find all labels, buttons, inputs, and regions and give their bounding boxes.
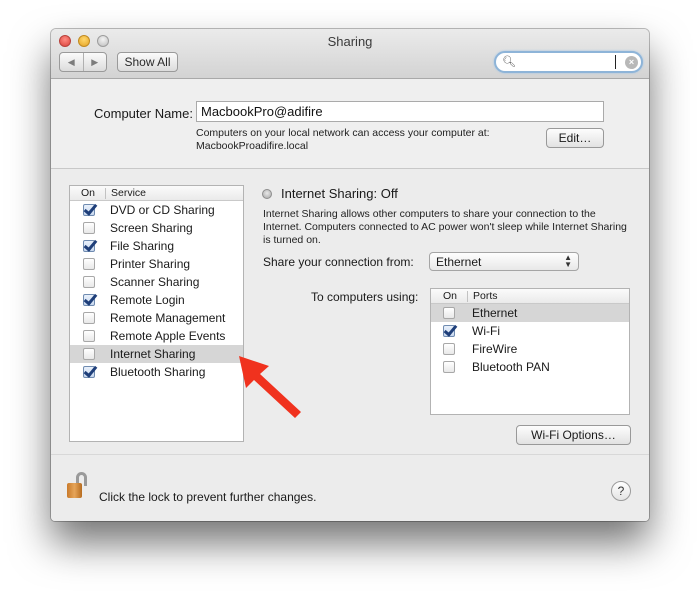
status-indicator-icon [262, 189, 272, 199]
column-divider [105, 188, 106, 199]
search-field[interactable]: 🔍︎ × [494, 51, 643, 73]
column-divider [467, 291, 468, 302]
service-label: File Sharing [110, 239, 175, 253]
service-row[interactable]: Screen Sharing [70, 219, 243, 237]
toolbar: Sharing ◀ ▶ Show All 🔍︎ × [51, 29, 649, 79]
port-label: Bluetooth PAN [472, 360, 550, 374]
computer-name-help: Computers on your local network can acce… [196, 127, 526, 153]
service-checkbox[interactable] [83, 312, 95, 324]
text-cursor [615, 55, 616, 69]
to-computers-label: To computers using: [311, 290, 419, 304]
service-checkbox[interactable] [83, 204, 95, 216]
share-from-value: Ethernet [436, 255, 482, 269]
sharing-window: Sharing ◀ ▶ Show All 🔍︎ × Computer Name:… [51, 29, 649, 521]
computer-name-input[interactable]: MacbookPro@adifire [196, 101, 604, 122]
search-icon: 🔍︎ [502, 56, 516, 68]
updown-arrows-icon: ▲ ▼ [564, 253, 572, 269]
service-label: Screen Sharing [110, 221, 193, 235]
footer-bar: Click the lock to prevent further change… [51, 454, 649, 521]
edit-button[interactable]: Edit… [546, 128, 604, 148]
back-arrow-icon[interactable]: ◀ [60, 53, 84, 71]
service-checkbox[interactable] [83, 276, 95, 288]
column-header-on[interactable]: On [443, 290, 457, 302]
service-checkbox[interactable] [83, 240, 95, 252]
port-row[interactable]: Ethernet [431, 304, 629, 322]
service-label: DVD or CD Sharing [110, 203, 215, 217]
column-header-service[interactable]: Service [111, 187, 146, 199]
service-label: Scanner Sharing [110, 275, 200, 289]
help-line-1: Computers on your local network can acce… [196, 127, 490, 139]
lock-icon[interactable] [67, 472, 89, 500]
service-row[interactable]: DVD or CD Sharing [70, 201, 243, 219]
service-row[interactable]: File Sharing [70, 237, 243, 255]
share-from-select[interactable]: Ethernet ▲ ▼ [429, 252, 579, 271]
service-checkbox[interactable] [83, 222, 95, 234]
services-list: On Service DVD or CD Sharing Screen Shari… [69, 185, 244, 442]
show-all-button[interactable]: Show All [117, 52, 178, 72]
port-checkbox[interactable] [443, 325, 455, 337]
share-from-label: Share your connection from: [263, 255, 414, 269]
ports-list: On Ports Ethernet Wi-Fi FireWire Bluetooth … [430, 288, 630, 415]
back-forward-control: ◀ ▶ [59, 52, 107, 72]
service-checkbox[interactable] [83, 366, 95, 378]
window-title: Sharing [327, 34, 373, 49]
service-row[interactable]: Printer Sharing [70, 255, 243, 273]
service-label: Internet Sharing [110, 347, 196, 361]
port-checkbox[interactable] [443, 343, 455, 355]
service-row[interactable]: Remote Apple Events [70, 327, 243, 345]
clear-search-icon[interactable]: × [625, 56, 638, 69]
port-checkbox[interactable] [443, 361, 455, 373]
column-header-ports[interactable]: Ports [473, 290, 498, 302]
service-row[interactable]: Bluetooth Sharing [70, 363, 243, 381]
ports-list-header: On Ports [431, 289, 629, 304]
port-row[interactable]: FireWire [431, 340, 629, 358]
port-label: FireWire [472, 342, 518, 356]
service-label: Remote Login [110, 293, 185, 307]
service-description: Internet Sharing allows other computers … [263, 208, 627, 246]
service-checkbox[interactable] [83, 294, 95, 306]
service-label: Remote Management [110, 311, 226, 325]
service-row[interactable]: Remote Management [70, 309, 243, 327]
service-row[interactable]: Internet Sharing [70, 345, 243, 363]
annotation-arrow-shape [239, 356, 301, 418]
services-list-header: On Service [70, 186, 243, 201]
service-label: Remote Apple Events [110, 329, 226, 343]
annotation-arrow-icon [239, 356, 301, 418]
wifi-options-button[interactable]: Wi-Fi Options… [516, 425, 631, 445]
column-header-on[interactable]: On [81, 187, 95, 199]
computer-name-label: Computer Name: [94, 106, 193, 121]
service-checkbox[interactable] [83, 348, 95, 360]
service-row[interactable]: Remote Login [70, 291, 243, 309]
service-label: Bluetooth Sharing [110, 365, 206, 379]
port-row[interactable]: Wi-Fi [431, 322, 629, 340]
service-checkbox[interactable] [83, 258, 95, 270]
service-status-title: Internet Sharing: Off [281, 186, 398, 201]
forward-arrow-icon[interactable]: ▶ [84, 53, 107, 71]
lock-message: Click the lock to prevent further change… [99, 490, 317, 504]
help-button[interactable]: ? [611, 481, 631, 501]
service-label: Printer Sharing [110, 257, 191, 271]
local-hostname: MacbookProadifire.local [196, 140, 309, 152]
port-label: Ethernet [472, 306, 518, 320]
port-label: Wi-Fi [472, 324, 500, 338]
port-checkbox[interactable] [443, 307, 455, 319]
service-row[interactable]: Scanner Sharing [70, 273, 243, 291]
service-checkbox[interactable] [83, 330, 95, 342]
port-row[interactable]: Bluetooth PAN [431, 358, 629, 376]
computer-name-section: Computer Name: MacbookPro@adifire Comput… [51, 79, 649, 169]
